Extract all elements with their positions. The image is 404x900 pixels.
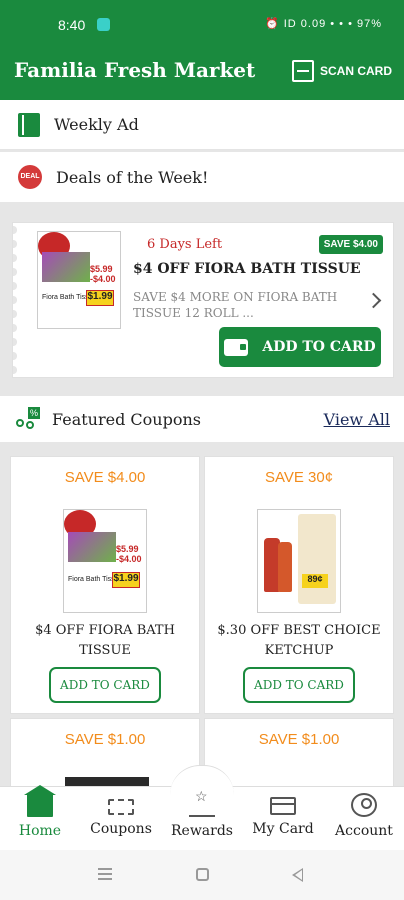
nav-account-label: Account [335, 823, 393, 839]
add-to-card-label: ADD TO CARD [262, 339, 376, 355]
featured-coupons-header: % Featured Coupons View All [0, 396, 404, 442]
nav-coupons-label: Coupons [90, 821, 152, 837]
deal-description: SAVE $4 MORE ON FIORA BATH TISSUE 12 ROL… [133, 290, 338, 320]
coupon-icon [108, 799, 134, 815]
status-time: 8:40 [58, 17, 86, 33]
bottom-nav: Home Coupons Rewards My Card Account [0, 765, 404, 850]
nav-rewards-label: Rewards [171, 823, 233, 839]
back-icon[interactable] [292, 868, 303, 882]
coupon-product-image: $5.99 -$4.00 Fiora Bath Tissue $1.99 [63, 509, 147, 613]
scan-icon [292, 60, 314, 82]
book-icon [18, 112, 40, 137]
nav-my-card[interactable]: My Card [243, 793, 323, 837]
coupon-title: $.30 OFF BEST CHOICE KETCHUP [217, 623, 381, 658]
coupon-tile[interactable]: SAVE $1.00 [10, 718, 200, 786]
app-title: Familia Fresh Market [14, 58, 256, 82]
price-tag: $5.99 -$4.00 [90, 264, 116, 284]
coupon-product-image: 89¢ [257, 509, 341, 613]
rewards-icon [189, 789, 215, 817]
system-nav-bar [0, 850, 404, 900]
coupon-save-amount: SAVE $1.00 [64, 731, 146, 748]
coupon-product-image [65, 777, 149, 786]
coupon-tile[interactable]: SAVE 30¢ 89¢ $.30 OFF BEST CHOICE KETCHU… [204, 456, 394, 714]
deals-of-week-row[interactable]: DEAL Deals of the Week! [0, 152, 404, 202]
nav-coupons[interactable]: Coupons [81, 793, 161, 837]
coupon-save-amount: SAVE 30¢ [264, 469, 334, 486]
deal-product-image: $5.99 -$4.00 Fiora Bath Tissue $1.99 [37, 231, 121, 329]
featured-coupons-label: Featured Coupons [52, 409, 201, 429]
notification-icon [97, 18, 110, 31]
account-icon [351, 793, 377, 817]
deals-label: Deals of the Week! [56, 167, 209, 187]
nav-account[interactable]: Account [324, 793, 404, 839]
scan-card-button[interactable]: SCAN CARD [292, 60, 392, 82]
status-indicators: ⏰ ID 0.09 • • • 97% [264, 18, 382, 30]
deal-title: $4 OFF FIORA BATH TISSUE [133, 261, 361, 277]
scan-card-label: SCAN CARD [320, 64, 392, 78]
weekly-ad-label: Weekly Ad [54, 115, 139, 134]
tissue-pack-image [42, 252, 90, 282]
save-badge: SAVE $4.00 [318, 235, 383, 254]
deal-card[interactable]: $5.99 -$4.00 Fiora Bath Tissue $1.99 6 D… [12, 222, 394, 378]
coupon-tile[interactable]: SAVE $4.00 $5.99 -$4.00 Fiora Bath Tissu… [10, 456, 200, 714]
recent-apps-icon[interactable] [98, 868, 112, 880]
final-price-tag: $1.99 [86, 290, 114, 306]
status-bar: 8:40 ⏰ ID 0.09 • • • 97% [0, 0, 404, 46]
days-left: 6 Days Left [147, 237, 223, 252]
nav-my-card-label: My Card [252, 821, 314, 837]
view-all-link[interactable]: View All [324, 410, 390, 429]
home-square-icon[interactable] [196, 868, 209, 881]
coupon-tile[interactable]: SAVE $1.00 [204, 718, 394, 786]
coupon-save-amount: SAVE $4.00 [64, 469, 146, 486]
coupon-save-amount: SAVE $1.00 [258, 731, 340, 748]
ticket-edge [13, 223, 21, 377]
deals-badge-icon: DEAL [18, 165, 42, 189]
weekly-ad-row[interactable]: Weekly Ad [0, 100, 404, 150]
home-icon [24, 785, 56, 817]
wallet-icon [224, 338, 249, 356]
add-to-card-button[interactable]: ADD TO CARD [243, 667, 355, 703]
nav-rewards[interactable]: Rewards [162, 789, 242, 839]
coupons-grid: SAVE $4.00 $5.99 -$4.00 Fiora Bath Tissu… [10, 456, 394, 786]
add-to-card-button[interactable]: ADD TO CARD [219, 327, 381, 367]
coupon-title: $4 OFF FIORA BATH TISSUE [35, 623, 175, 658]
app-bar: Familia Fresh Market SCAN CARD [0, 46, 404, 100]
card-icon [270, 797, 296, 815]
nav-home[interactable]: Home [0, 785, 80, 839]
nav-home-label: Home [18, 823, 62, 839]
scissors-coupon-icon: % [14, 407, 40, 431]
add-to-card-button[interactable]: ADD TO CARD [49, 667, 161, 703]
chevron-right-icon[interactable] [365, 292, 382, 309]
